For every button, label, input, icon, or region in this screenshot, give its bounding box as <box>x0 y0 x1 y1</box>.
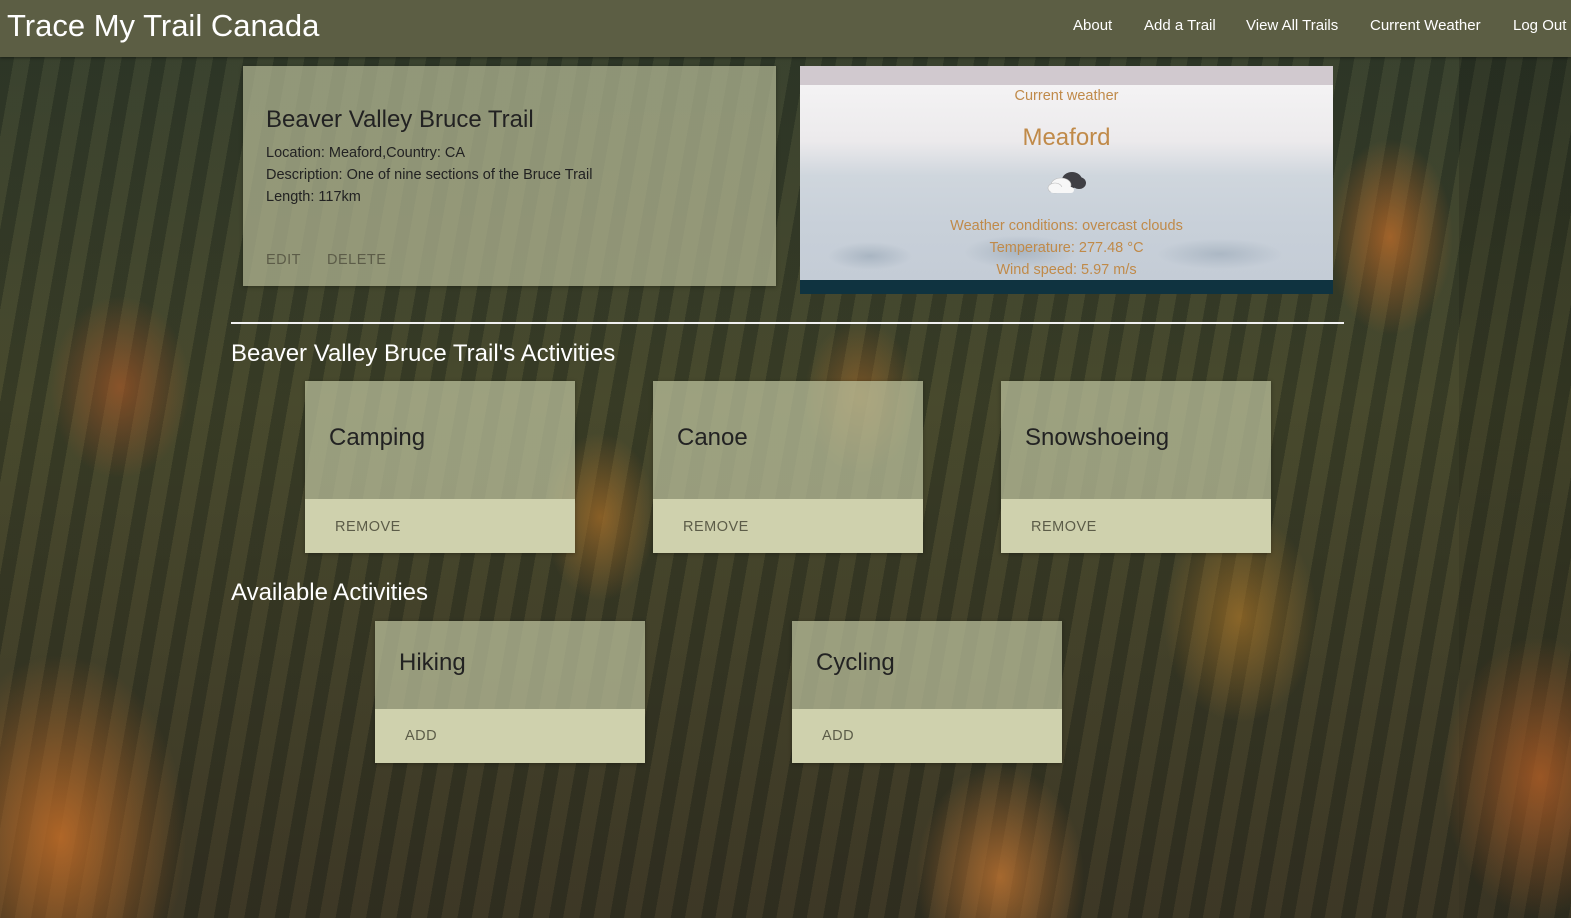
trail-title: Beaver Valley Bruce Trail <box>266 106 534 133</box>
remove-canoe-button[interactable]: REMOVE <box>683 519 749 535</box>
trail-card: Beaver Valley Bruce Trail Location: Meaf… <box>243 66 776 286</box>
weather-city: Meaford <box>1022 124 1111 151</box>
available-card-hiking: Hiking ADD <box>375 621 645 763</box>
cloud-icon <box>1047 172 1086 194</box>
trail-length: Length: 117km <box>266 189 361 205</box>
trail-activities-heading: Beaver Valley Bruce Trail's Activities <box>231 340 616 367</box>
divider <box>231 322 1344 324</box>
activity-name: Canoe <box>677 424 748 451</box>
delete-button[interactable]: DELETE <box>327 252 386 268</box>
available-activities-heading: Available Activities <box>231 579 428 606</box>
available-card-cycling: Cycling ADD <box>792 621 1062 763</box>
weather-temperature: Temperature: 277.48 °C <box>989 240 1144 256</box>
weather-heading: Current weather <box>1014 88 1119 104</box>
activity-name: Hiking <box>399 649 466 676</box>
activity-name: Snowshoeing <box>1025 424 1170 451</box>
add-cycling-button[interactable]: ADD <box>822 728 854 744</box>
weather-card: Current weather Meaford Weather conditio… <box>800 66 1333 294</box>
add-hiking-button[interactable]: ADD <box>405 728 437 744</box>
weather-wind-speed: Wind speed: 5.97 m/s <box>996 262 1137 278</box>
activity-card-snowshoeing: Snowshoeing REMOVE <box>1001 381 1271 553</box>
activity-name: Cycling <box>816 649 895 676</box>
nav-about[interactable]: About <box>1073 17 1112 34</box>
navbar: Trace My Trail Canada About Add a Trail … <box>0 0 1571 57</box>
nav-view-all-trails[interactable]: View All Trails <box>1246 17 1338 34</box>
remove-camping-button[interactable]: REMOVE <box>335 519 401 535</box>
brand-link[interactable]: Trace My Trail Canada <box>7 8 319 44</box>
weather-conditions: Weather conditions: overcast clouds <box>950 218 1183 234</box>
nav-add-trail[interactable]: Add a Trail <box>1144 17 1216 34</box>
activity-card-camping: Camping REMOVE <box>305 381 575 553</box>
nav-log-out[interactable]: Log Out <box>1513 17 1566 34</box>
edit-button[interactable]: EDIT <box>266 252 301 268</box>
activity-name: Camping <box>329 424 426 451</box>
trail-location: Location: Meaford,Country: CA <box>266 145 466 161</box>
remove-snowshoeing-button[interactable]: REMOVE <box>1031 519 1097 535</box>
trail-description: Description: One of nine sections of the… <box>266 167 593 183</box>
activity-card-canoe: Canoe REMOVE <box>653 381 923 553</box>
nav-current-weather[interactable]: Current Weather <box>1370 17 1481 34</box>
